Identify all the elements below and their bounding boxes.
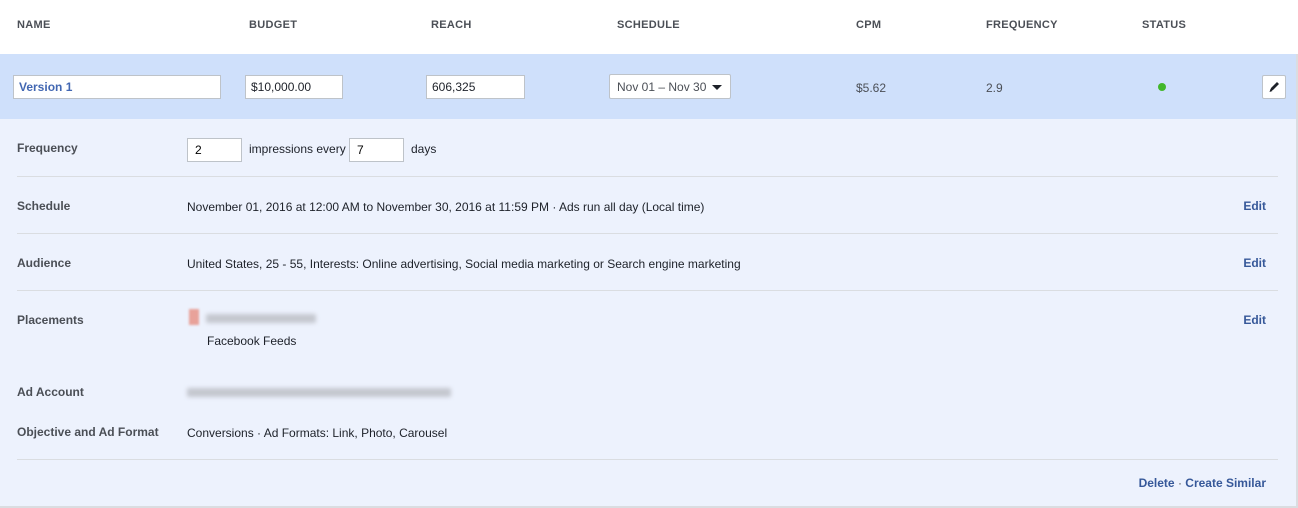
audience-edit-link[interactable]: Edit xyxy=(1243,256,1266,270)
footer-actions: Delete · Create Similar xyxy=(1139,476,1266,490)
frequency-impressions-input[interactable] xyxy=(187,138,242,162)
divider xyxy=(17,176,1278,177)
column-header-frequency[interactable]: FREQUENCY xyxy=(986,19,1058,31)
divider xyxy=(17,459,1278,460)
placements-edit-link[interactable]: Edit xyxy=(1243,313,1266,327)
chevron-down-icon xyxy=(712,85,722,90)
column-header-status[interactable]: STATUS xyxy=(1142,19,1186,31)
days-text: days xyxy=(411,142,437,156)
reach-input[interactable] xyxy=(426,75,525,99)
divider xyxy=(17,290,1278,291)
edit-version-button[interactable] xyxy=(1262,75,1286,99)
column-header-reach[interactable]: REACH xyxy=(431,19,472,31)
schedule-edit-link[interactable]: Edit xyxy=(1243,199,1266,213)
impressions-every-text: impressions every xyxy=(249,142,346,156)
status-dot-icon xyxy=(1158,83,1166,91)
audience-label: Audience xyxy=(17,256,72,270)
placement-feed-text: Facebook Feeds xyxy=(207,334,297,348)
frequency-label: Frequency xyxy=(17,141,78,155)
divider xyxy=(17,233,1278,234)
frequency-days-input[interactable] xyxy=(349,138,404,162)
schedule-dropdown[interactable]: Nov 01 – Nov 30 xyxy=(609,74,731,99)
placement-thumbnail-icon xyxy=(189,309,199,325)
column-header-schedule[interactable]: SCHEDULE xyxy=(617,19,680,31)
version-name-input[interactable] xyxy=(13,75,221,99)
audience-text: United States, 25 - 55, Interests: Onlin… xyxy=(187,257,741,271)
pencil-icon xyxy=(1269,82,1279,92)
objective-label: Objective and Ad Format xyxy=(17,425,159,439)
budget-input[interactable] xyxy=(245,75,343,99)
create-similar-link[interactable]: Create Similar xyxy=(1185,476,1266,490)
ad-account-redacted-text xyxy=(187,388,451,397)
schedule-dropdown-value: Nov 01 – Nov 30 xyxy=(617,80,707,94)
column-header-name[interactable]: NAME xyxy=(17,19,51,31)
column-header-budget[interactable]: BUDGET xyxy=(249,19,297,31)
placement-redacted-text xyxy=(206,314,316,323)
schedule-text: November 01, 2016 at 12:00 AM to Novembe… xyxy=(187,200,705,214)
placements-label: Placements xyxy=(17,313,84,327)
ad-account-label: Ad Account xyxy=(17,385,84,399)
table-header: NAME BUDGET REACH SCHEDULE CPM FREQUENCY… xyxy=(0,0,1298,54)
objective-text: Conversions · Ad Formats: Link, Photo, C… xyxy=(187,426,448,440)
schedule-label: Schedule xyxy=(17,199,71,213)
version-row: Nov 01 – Nov 30 $5.62 2.9 xyxy=(0,54,1298,119)
frequency-value: 2.9 xyxy=(986,81,1003,95)
delete-link[interactable]: Delete xyxy=(1139,476,1175,490)
column-header-cpm[interactable]: CPM xyxy=(856,19,881,31)
version-details-panel: Frequency impressions every days Schedul… xyxy=(0,119,1298,508)
separator: · xyxy=(1177,476,1182,490)
cpm-value: $5.62 xyxy=(856,81,887,95)
